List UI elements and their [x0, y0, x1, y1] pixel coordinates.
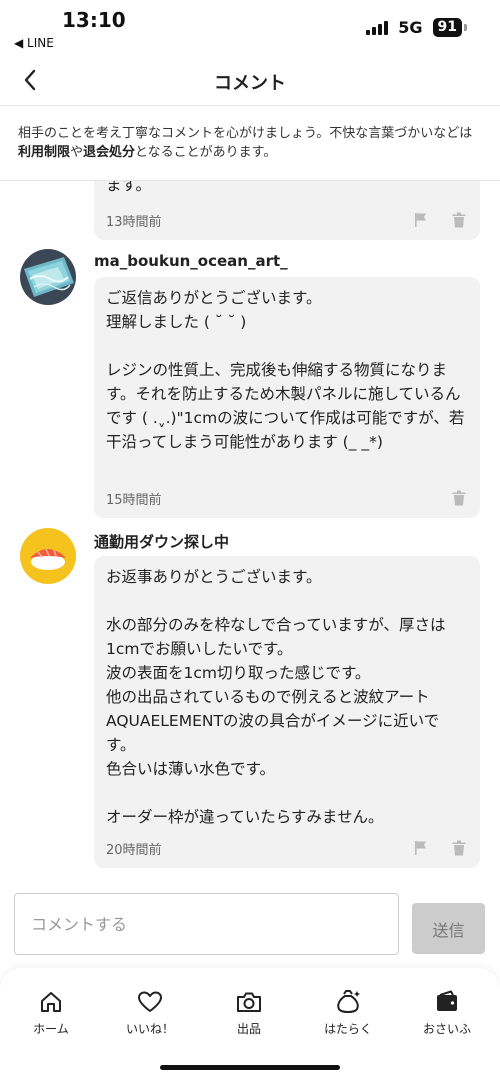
comment-guideline-notice: 相手のことを考え丁寧なコメントを心がけましょう。不快な言葉づかいなどは利用制限や…: [0, 107, 500, 181]
comment-list[interactable]: ます。 13時間前 ma_boukun_ocean_art_ ご返信ありがとうご…: [0, 181, 500, 881]
comment-text: ご返信ありがとうございます。 理解しました ( ˘ ˘ ) レジンの性質上、完成…: [106, 289, 465, 451]
comment-timestamp: 15時間前: [106, 492, 162, 508]
nav-label: いいね！: [125, 1022, 174, 1036]
notice-text: となることがあります。: [135, 145, 277, 160]
comment-timestamp: 20時間前: [106, 842, 162, 858]
comment-footer: 20時間前: [106, 838, 468, 858]
nav-label: おさいふ: [422, 1022, 471, 1036]
trash-icon: [452, 212, 466, 228]
notice-text: 相手のことを考え丁寧なコメントを心がけましょう。不快な言葉づかいなどは: [18, 126, 473, 141]
comment-username[interactable]: 通勤用ダウン探し中: [94, 531, 229, 552]
delete-button[interactable]: [450, 839, 468, 857]
comment-text: お返事ありがとうございます。 水の部分のみを枠なしで合っていますが、厚さは1cm…: [106, 568, 446, 826]
trash-icon: [452, 490, 466, 506]
nav-label: 出品: [236, 1022, 261, 1036]
comment-text: ます。: [106, 181, 151, 194]
flag-icon: [415, 841, 426, 855]
page-title: コメント: [214, 73, 286, 94]
status-indicators: 5G 91: [366, 18, 468, 37]
comment-input-bar: 送信: [0, 893, 500, 957]
withdrawal-link: 退会処分: [83, 145, 136, 160]
header: コメント: [0, 56, 500, 106]
delete-button[interactable]: [450, 211, 468, 229]
comment-input[interactable]: [14, 893, 399, 955]
home-icon: [41, 992, 61, 1012]
avatar[interactable]: [20, 528, 76, 584]
report-flag-button[interactable]: [412, 839, 430, 857]
nav-likes[interactable]: いいね！: [105, 988, 195, 1038]
report-flag-button[interactable]: [412, 211, 430, 229]
ocean-resin-art-avatar: [20, 249, 76, 305]
comment-footer: 15時間前: [106, 488, 468, 508]
camera-icon: [237, 992, 261, 1012]
comment-footer: 13時間前: [106, 210, 468, 230]
status-bar: 13:10 ◀ LINE 5G 91: [0, 0, 500, 56]
flag-icon: [415, 213, 426, 227]
comment-bubble: お返事ありがとうございます。 水の部分のみを枠なしで合っていますが、厚さは1cm…: [94, 556, 480, 868]
comment-bubble: ます。 13時間前: [94, 181, 480, 240]
comment-bubble: ご返信ありがとうございます。 理解しました ( ˘ ˘ ) レジンの性質上、完成…: [94, 277, 480, 518]
sushi-avatar: [20, 528, 76, 584]
nav-label: ホーム: [33, 1022, 69, 1036]
comment-username[interactable]: ma_boukun_ocean_art_: [94, 252, 288, 270]
notice-text: や: [70, 145, 84, 160]
usage-restriction-link: 利用制限: [18, 145, 71, 160]
trash-icon: [452, 840, 466, 856]
home-indicator[interactable]: [160, 1065, 340, 1070]
delete-button[interactable]: [450, 489, 468, 507]
money-bag-icon: [337, 990, 360, 1013]
nav-sell[interactable]: 出品: [204, 988, 294, 1038]
avatar[interactable]: [20, 249, 76, 305]
comment-timestamp: 13時間前: [106, 214, 162, 230]
bottom-navigation: ホーム いいね！ 出品 はたらく おさいふ: [0, 968, 500, 1080]
wallet-icon: [437, 990, 457, 1011]
network-type: 5G: [398, 18, 423, 37]
battery-icon: 91: [432, 18, 468, 37]
heart-icon: [138, 991, 162, 1012]
nav-wallet[interactable]: おさいふ: [402, 988, 492, 1038]
signal-icon: [366, 20, 389, 35]
nav-label: はたらく: [324, 1022, 372, 1036]
send-button[interactable]: 送信: [412, 903, 485, 954]
nav-work[interactable]: はたらく: [303, 988, 393, 1038]
back-to-app-link[interactable]: ◀ LINE: [14, 36, 54, 50]
nav-home[interactable]: ホーム: [6, 988, 96, 1038]
status-time: 13:10: [62, 8, 126, 32]
